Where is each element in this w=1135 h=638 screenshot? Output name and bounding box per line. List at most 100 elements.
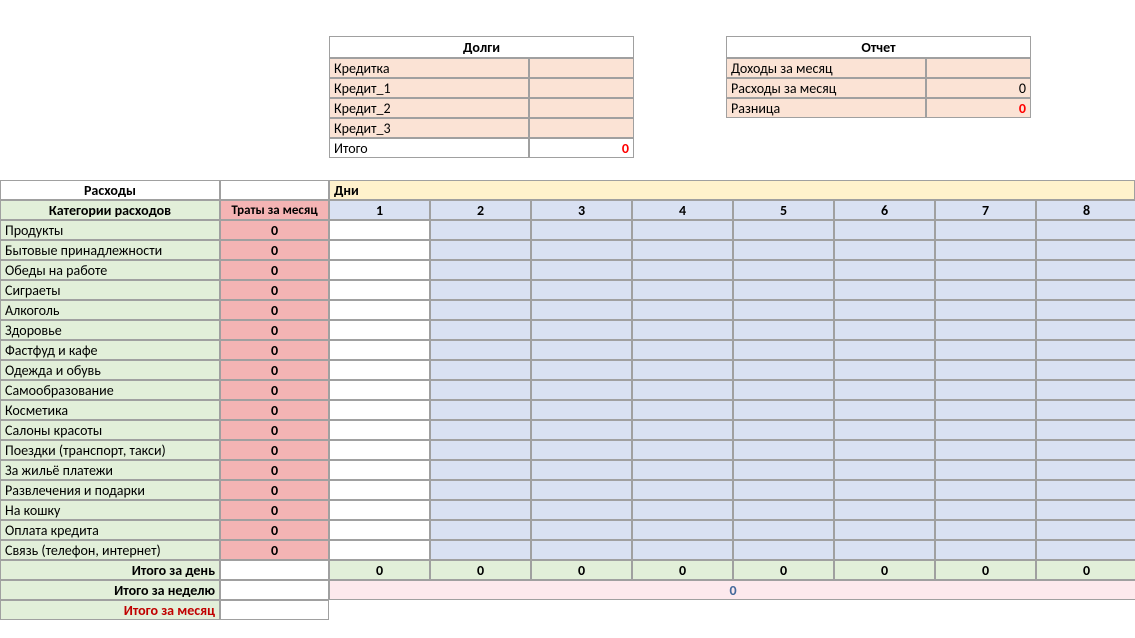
month-spend-value[interactable]: 0 [220, 400, 329, 420]
expense-cell[interactable] [531, 220, 632, 240]
expense-cell[interactable] [329, 520, 430, 540]
expense-cell[interactable] [935, 400, 1036, 420]
expense-cell[interactable] [733, 220, 834, 240]
expense-cell[interactable] [733, 400, 834, 420]
debts-row-value[interactable] [529, 118, 634, 138]
expense-cell[interactable] [531, 240, 632, 260]
expense-cell[interactable] [733, 340, 834, 360]
expense-cell[interactable] [935, 280, 1036, 300]
expense-cell[interactable] [733, 300, 834, 320]
expense-cell[interactable] [430, 380, 531, 400]
expense-cell[interactable] [329, 480, 430, 500]
expense-cell[interactable] [935, 480, 1036, 500]
expense-cell[interactable] [430, 460, 531, 480]
expense-cell[interactable] [935, 420, 1036, 440]
expense-cell[interactable] [733, 480, 834, 500]
expense-cell[interactable] [531, 300, 632, 320]
expense-cell[interactable] [329, 400, 430, 420]
month-spend-value[interactable]: 0 [220, 480, 329, 500]
month-spend-value[interactable]: 0 [220, 540, 329, 560]
expense-cell[interactable] [531, 460, 632, 480]
expense-cell[interactable] [1036, 340, 1135, 360]
expense-cell[interactable] [430, 260, 531, 280]
expense-cell[interactable] [935, 440, 1036, 460]
expense-cell[interactable] [935, 360, 1036, 380]
expense-cell[interactable] [430, 300, 531, 320]
expense-cell[interactable] [834, 360, 935, 380]
debts-row-value[interactable] [529, 78, 634, 98]
month-spend-value[interactable]: 0 [220, 380, 329, 400]
expense-cell[interactable] [834, 500, 935, 520]
month-spend-value[interactable]: 0 [220, 360, 329, 380]
expense-cell[interactable] [733, 260, 834, 280]
expense-cell[interactable] [733, 500, 834, 520]
expense-cell[interactable] [834, 440, 935, 460]
expense-cell[interactable] [834, 220, 935, 240]
expense-cell[interactable] [632, 260, 733, 280]
expense-cell[interactable] [834, 260, 935, 280]
expense-cell[interactable] [632, 440, 733, 460]
expense-cell[interactable] [430, 240, 531, 260]
expense-cell[interactable] [935, 260, 1036, 280]
month-spend-value[interactable]: 0 [220, 340, 329, 360]
expense-cell[interactable] [329, 420, 430, 440]
expense-cell[interactable] [531, 520, 632, 540]
expense-cell[interactable] [733, 420, 834, 440]
report-row-value[interactable] [926, 58, 1031, 78]
expense-cell[interactable] [430, 540, 531, 560]
expense-cell[interactable] [1036, 460, 1135, 480]
month-spend-value[interactable]: 0 [220, 520, 329, 540]
expense-cell[interactable] [531, 420, 632, 440]
expense-cell[interactable] [531, 260, 632, 280]
expense-cell[interactable] [733, 540, 834, 560]
expense-cell[interactable] [632, 420, 733, 440]
expense-cell[interactable] [329, 280, 430, 300]
expense-cell[interactable] [430, 320, 531, 340]
report-row-value[interactable]: 0 [926, 78, 1031, 98]
expense-cell[interactable] [834, 420, 935, 440]
report-row-label[interactable]: Расходы за месяц [726, 78, 926, 98]
expense-cell[interactable] [733, 460, 834, 480]
expense-cell[interactable] [632, 460, 733, 480]
debts-row-label[interactable]: Кредит_1 [329, 78, 529, 98]
expense-cell[interactable] [1036, 400, 1135, 420]
expense-cell[interactable] [733, 440, 834, 460]
month-spend-value[interactable]: 0 [220, 460, 329, 480]
expense-cell[interactable] [1036, 280, 1135, 300]
expense-cell[interactable] [834, 400, 935, 420]
expense-cell[interactable] [430, 340, 531, 360]
expense-cell[interactable] [632, 300, 733, 320]
expense-cell[interactable] [430, 520, 531, 540]
report-row-value[interactable]: 0 [926, 98, 1031, 118]
expense-cell[interactable] [1036, 520, 1135, 540]
expense-cell[interactable] [329, 340, 430, 360]
month-spend-value[interactable]: 0 [220, 300, 329, 320]
expense-cell[interactable] [1036, 320, 1135, 340]
expense-cell[interactable] [834, 460, 935, 480]
expense-cell[interactable] [632, 500, 733, 520]
expense-cell[interactable] [733, 240, 834, 260]
report-row-label[interactable]: Доходы за месяц [726, 58, 926, 78]
expense-cell[interactable] [531, 380, 632, 400]
expense-cell[interactable] [935, 540, 1036, 560]
expense-cell[interactable] [1036, 360, 1135, 380]
expense-cell[interactable] [329, 460, 430, 480]
expense-cell[interactable] [632, 280, 733, 300]
month-spend-value[interactable]: 0 [220, 280, 329, 300]
expense-cell[interactable] [935, 300, 1036, 320]
expense-cell[interactable] [1036, 300, 1135, 320]
expense-cell[interactable] [1036, 480, 1135, 500]
expense-cell[interactable] [632, 540, 733, 560]
expense-cell[interactable] [430, 400, 531, 420]
expense-cell[interactable] [834, 320, 935, 340]
expense-cell[interactable] [632, 400, 733, 420]
month-spend-value[interactable]: 0 [220, 420, 329, 440]
expense-cell[interactable] [733, 280, 834, 300]
expense-cell[interactable] [531, 280, 632, 300]
expense-cell[interactable] [329, 380, 430, 400]
expense-cell[interactable] [531, 400, 632, 420]
expense-cell[interactable] [531, 540, 632, 560]
month-spend-value[interactable]: 0 [220, 440, 329, 460]
expense-cell[interactable] [329, 440, 430, 460]
expense-cell[interactable] [329, 320, 430, 340]
